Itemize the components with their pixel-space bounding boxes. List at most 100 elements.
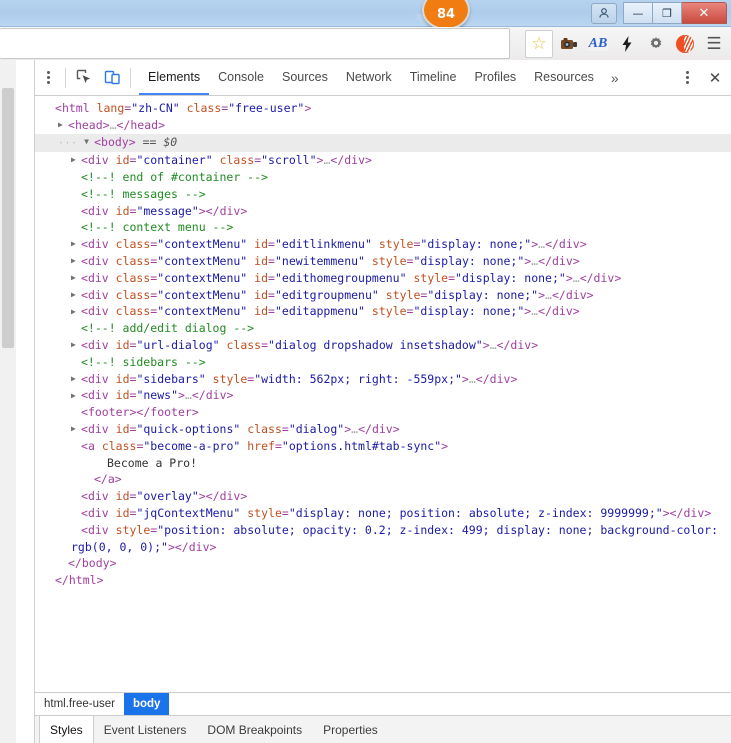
- page-content-sliver: [16, 60, 34, 743]
- gear-extension-icon[interactable]: [643, 31, 669, 57]
- dom-node[interactable]: <!--! sidebars -->: [35, 354, 731, 371]
- node-expand-triangle-down-icon[interactable]: ▼: [84, 134, 94, 151]
- more-tabs-chevron-icon[interactable]: »: [603, 60, 627, 95]
- dom-tree[interactable]: <html lang="zh-CN" class="free-user">▶<h…: [35, 96, 731, 692]
- tab-console[interactable]: Console: [209, 60, 273, 95]
- dom-node[interactable]: ··· ▼<body> == $0: [35, 134, 731, 153]
- breadcrumb-item[interactable]: html.free-user: [35, 693, 124, 715]
- dom-node[interactable]: <div id="jqContextMenu" style="display: …: [35, 505, 731, 522]
- devtools-drawer-handle-icon[interactable]: [35, 71, 61, 84]
- dom-node[interactable]: <div id="message"></div>: [35, 203, 731, 220]
- dom-token-tag: div: [552, 304, 573, 318]
- dom-node[interactable]: </html>: [35, 572, 731, 589]
- dom-node[interactable]: ▶<div class="contextMenu" id="edithomegr…: [35, 270, 731, 287]
- chrome-menu-icon[interactable]: ☰: [701, 31, 727, 57]
- node-expand-triangle-right-icon[interactable]: ▶: [71, 388, 81, 405]
- dom-node[interactable]: <a class="become-a-pro" href="options.ht…: [35, 438, 731, 455]
- page-scrollbar-thumb[interactable]: [2, 88, 14, 348]
- tab-network[interactable]: Network: [337, 60, 401, 95]
- node-expand-triangle-right-icon[interactable]: ▶: [71, 253, 81, 270]
- dom-token-punc: >: [531, 338, 538, 352]
- dom-token-tag: html: [62, 101, 90, 115]
- dom-token-tag: div: [88, 422, 109, 436]
- dom-node[interactable]: <html lang="zh-CN" class="free-user">: [35, 100, 731, 117]
- dom-token-attrname: id: [254, 271, 268, 285]
- node-expand-triangle-right-icon[interactable]: ▶: [58, 117, 68, 134]
- screenshot-camera-icon[interactable]: [556, 31, 582, 57]
- bookmark-star-icon[interactable]: ☆: [525, 30, 553, 58]
- dom-node[interactable]: <div id="overlay"></div>: [35, 488, 731, 505]
- dom-token-attrname: style: [386, 288, 421, 302]
- tab-profiles[interactable]: Profiles: [465, 60, 525, 95]
- dom-node[interactable]: ▶<div class="contextMenu" id="newitemmen…: [35, 253, 731, 270]
- dom-token-attrname: class: [226, 338, 261, 352]
- sidebar-tab-event-listeners[interactable]: Event Listeners: [94, 716, 198, 743]
- device-toolbar-icon[interactable]: [98, 64, 126, 92]
- sidebar-tab-properties[interactable]: Properties: [313, 716, 389, 743]
- dom-token-comment: <!--! sidebars -->: [81, 355, 206, 369]
- tab-sources[interactable]: Sources: [273, 60, 337, 95]
- node-expand-triangle-right-icon[interactable]: ▶: [71, 421, 81, 438]
- dom-node[interactable]: ▶<div class="contextMenu" id="editappmen…: [35, 303, 731, 320]
- sidebar-tab-styles[interactable]: Styles: [39, 716, 94, 743]
- node-expand-triangle-right-icon[interactable]: ▶: [71, 371, 81, 388]
- close-icon: ✕: [699, 6, 710, 21]
- dom-node[interactable]: ▶<div id="quick-options" class="dialog">…: [35, 421, 731, 438]
- sidebar-tab-dom-breakpoints[interactable]: DOM Breakpoints: [197, 716, 313, 743]
- dom-token-punc: >: [240, 204, 247, 218]
- dom-node[interactable]: Become a Pro!: [35, 455, 731, 472]
- maximize-button[interactable]: ❐: [653, 2, 682, 24]
- dom-token-punc: </: [358, 422, 372, 436]
- window-title-bar: 84 — ❐ ✕: [0, 0, 731, 27]
- dom-token-tag: a: [88, 439, 95, 453]
- dom-token-attrname: style: [247, 506, 282, 520]
- dom-token-attrname: class: [116, 304, 151, 318]
- lightning-bolt-icon[interactable]: [614, 31, 640, 57]
- node-expand-triangle-right-icon[interactable]: ▶: [71, 270, 81, 287]
- dom-token-punc: </: [580, 271, 594, 285]
- dom-node[interactable]: </body>: [35, 555, 731, 572]
- dom-node[interactable]: <div style="position: absolute; opacity:…: [35, 522, 731, 555]
- orange-extension-icon[interactable]: [672, 31, 698, 57]
- devtools-close-icon[interactable]: ✕: [702, 65, 728, 91]
- node-expand-triangle-right-icon[interactable]: ▶: [71, 337, 81, 354]
- dom-token-punc: =: [268, 288, 275, 302]
- dom-node[interactable]: ▶<head>…</head>: [35, 117, 731, 134]
- dom-token-punc: >: [199, 489, 206, 503]
- minimize-button[interactable]: —: [623, 2, 653, 24]
- node-expand-triangle-right-icon[interactable]: ▶: [71, 236, 81, 253]
- user-avatar-icon[interactable]: [591, 3, 617, 24]
- devtools-settings-menu-icon[interactable]: [674, 71, 700, 84]
- dom-node[interactable]: ▶<div class="contextMenu" id="editlinkme…: [35, 236, 731, 253]
- dom-token-plain: [213, 153, 220, 167]
- dom-node[interactable]: <!--! messages -->: [35, 186, 731, 203]
- dom-node[interactable]: ▶<div id="sidebars" style="width: 562px;…: [35, 371, 731, 388]
- inspect-element-icon[interactable]: [70, 64, 98, 92]
- ab-testing-icon[interactable]: AB: [585, 31, 611, 57]
- tab-elements[interactable]: Elements: [139, 60, 209, 95]
- dom-node[interactable]: </a>: [35, 471, 731, 488]
- dom-token-punc: >: [210, 540, 217, 554]
- tab-resources[interactable]: Resources: [525, 60, 603, 95]
- breadcrumb-item[interactable]: body: [124, 693, 169, 715]
- address-bar-input[interactable]: [0, 28, 510, 59]
- dom-node[interactable]: <!--! add/edit dialog -->: [35, 320, 731, 337]
- page-scrollbar[interactable]: [0, 60, 17, 743]
- dom-node[interactable]: ▶<div id="container" class="scroll">…</d…: [35, 152, 731, 169]
- dom-token-tag: div: [88, 204, 109, 218]
- dom-node[interactable]: ▶<div class="contextMenu" id="editgroupm…: [35, 287, 731, 304]
- dom-node[interactable]: ▶<div id="news">…</div>: [35, 387, 731, 404]
- dom-token-tag: div: [220, 489, 241, 503]
- close-window-button[interactable]: ✕: [682, 2, 727, 24]
- node-expand-triangle-right-icon[interactable]: ▶: [71, 152, 81, 169]
- node-ellipsis-badge[interactable]: ···: [58, 138, 84, 149]
- dom-node[interactable]: <!--! context menu -->: [35, 219, 731, 236]
- dom-node[interactable]: <footer></footer>: [35, 404, 731, 421]
- dom-token-punc: >: [483, 338, 490, 352]
- node-expand-triangle-right-icon[interactable]: ▶: [71, 304, 81, 321]
- node-expand-triangle-right-icon[interactable]: ▶: [71, 287, 81, 304]
- dom-node[interactable]: ▶<div id="url-dialog" class="dialog drop…: [35, 337, 731, 354]
- tab-timeline[interactable]: Timeline: [401, 60, 466, 95]
- dom-node[interactable]: <!--! end of #container -->: [35, 169, 731, 186]
- toolbar-divider-1: [65, 68, 66, 88]
